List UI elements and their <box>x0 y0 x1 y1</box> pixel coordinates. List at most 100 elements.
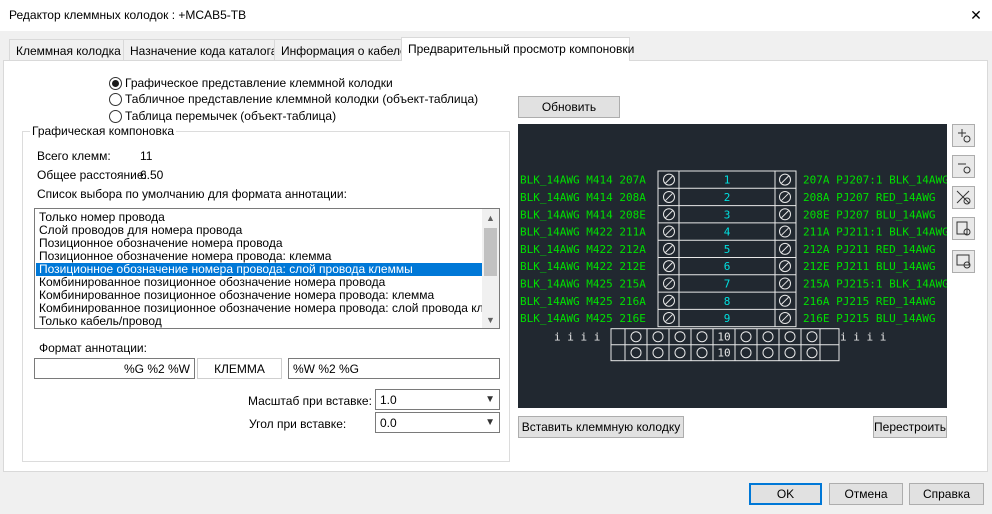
wire-annotation-right: 211A PJ211:1 BLK_14AWG <box>803 226 947 239</box>
total-distance-label: Общее расстояние: <box>37 168 147 182</box>
accessory-screw-icon <box>784 331 796 343</box>
cancel-button[interactable]: Отмена <box>829 483 903 505</box>
accessory-number: 10 <box>717 347 730 360</box>
zoom-in-icon <box>958 129 971 143</box>
zoom-extents-button[interactable] <box>952 186 975 209</box>
wire-annotation-right: 208A PJ207 RED_14AWG <box>803 191 935 204</box>
zoom-out-button[interactable] <box>952 155 975 178</box>
insert-scale-label: Масштаб при вставке: <box>248 394 372 408</box>
radio-label: Графическое представление клеммной колод… <box>125 76 393 90</box>
insert-angle-label: Угол при вставке: <box>249 417 347 431</box>
wire-annotation-right: 216A PJ215 RED_14AWG <box>803 295 935 308</box>
accessory-number: 10 <box>717 331 730 344</box>
radio-graphical[interactable]: Графическое представление клеммной колод… <box>109 75 393 91</box>
tick-marks: i i i i <box>840 331 886 344</box>
terminal-number: 1 <box>724 174 731 187</box>
chevron-down-icon: ▼ <box>485 394 495 405</box>
annotation-format-label: Формат аннотации: <box>39 341 147 355</box>
scroll-down-icon[interactable]: ▼ <box>482 311 499 328</box>
screw-right-icon-slot <box>781 193 789 201</box>
screw-left-icon-slot <box>665 279 673 288</box>
accessory-screw-icon <box>696 347 708 359</box>
list-scrollbar[interactable]: ▲ ▼ <box>482 209 499 328</box>
wire-annotation-right: 212E PJ211 BLU_14AWG <box>803 260 935 273</box>
window-title: Редактор клеммных колодок : +MCAB5-TB <box>9 8 247 22</box>
zoom-window-button[interactable] <box>952 217 975 240</box>
wire-annotation-left: BLK_14AWG M414 208E <box>520 208 646 221</box>
wire-annotation-left: BLK_14AWG M422 211A <box>520 226 646 239</box>
format-right-input[interactable]: %W %2 %G <box>288 358 500 379</box>
help-button[interactable]: Справка <box>909 483 984 505</box>
screw-right-icon-slot <box>781 227 789 236</box>
insert-scale-combo[interactable]: 1.0 ▼ <box>375 389 500 410</box>
insert-angle-combo[interactable]: 0.0 ▼ <box>375 412 500 433</box>
total-terminals-label: Всего клемм: <box>37 149 111 163</box>
radio-label: Табличное представление клеммной колодки… <box>125 92 479 106</box>
rebuild-button[interactable]: Перестроить <box>873 416 947 438</box>
tab-strip: Клеммная колодка Назначение кода каталог… <box>0 37 992 62</box>
radio-table[interactable]: Табличное представление клеммной колодки… <box>109 91 478 107</box>
insert-terminal-strip-button[interactable]: Вставить клеммную колодку <box>518 416 684 438</box>
tab-terminal-strip[interactable]: Клеммная колодка <box>9 39 124 61</box>
terminal-strip-drawing: 1 BLK_14AWG M414 207A 207A PJ207:1 BLK_14A… <box>520 170 947 362</box>
tab-cable-info[interactable]: Информация о кабеле <box>274 39 407 61</box>
wire-annotation-right: 207A PJ207:1 BLK_14AWG <box>803 174 947 187</box>
zoom-window-icon <box>956 221 971 236</box>
zoom-in-button[interactable] <box>952 124 975 147</box>
wire-annotation-right: 215A PJ215:1 BLK_14AWG <box>803 277 947 290</box>
zoom-out-icon <box>958 163 971 174</box>
total-terminals-value: 11 <box>140 149 153 163</box>
group-title: Графическая компоновка <box>30 124 177 138</box>
tick-marks: i i i i <box>554 331 600 344</box>
screw-left-icon-slot <box>665 244 673 253</box>
screw-left-icon-slot <box>665 193 673 201</box>
accessory-screw-icon <box>784 347 796 359</box>
tab-catalog-code[interactable]: Назначение кода каталога <box>123 39 278 61</box>
screw-right-icon-slot <box>781 296 789 305</box>
screw-right-icon-slot <box>781 314 789 322</box>
screw-right-icon-slot <box>781 210 789 219</box>
radio-button[interactable] <box>109 76 122 90</box>
accessory-screw-icon <box>740 347 752 359</box>
wire-annotation-left: BLK_14AWG M425 215A <box>520 277 646 290</box>
radio-jumper-table[interactable]: Таблица перемычек (объект-таблица) <box>109 108 336 124</box>
close-button[interactable]: ✕ <box>962 2 990 28</box>
annotation-list-label: Список выбора по умолчанию для формата а… <box>37 187 347 201</box>
scroll-thumb[interactable] <box>484 228 497 276</box>
combo-value: 1.0 <box>380 393 397 407</box>
tab-label: Информация о кабеле <box>281 44 407 58</box>
layout-preview-canvas[interactable]: 1 BLK_14AWG M414 207A 207A PJ207:1 BLK_14A… <box>518 124 947 408</box>
scroll-up-icon[interactable]: ▲ <box>482 209 499 226</box>
annotation-format-list[interactable]: Только номер провода Слой проводов для н… <box>34 208 500 329</box>
accessory-screw-icon <box>762 347 774 359</box>
terminal-number: 5 <box>724 243 731 256</box>
accessory-screw-icon <box>696 331 708 343</box>
zoom-extents-icon <box>956 190 971 205</box>
terminal-number: 4 <box>724 226 731 239</box>
accessory-screw-icon <box>652 347 664 359</box>
accessory-screw-icon <box>806 331 818 343</box>
screw-right-icon-slot <box>781 262 789 271</box>
close-icon: ✕ <box>970 6 982 23</box>
tab-label: Клеммная колодка <box>16 44 121 58</box>
wire-annotation-left: BLK_14AWG M425 216E <box>520 312 646 325</box>
radio-button[interactable] <box>109 109 122 123</box>
accessory-screw-icon <box>674 347 686 359</box>
screw-left-icon-slot <box>665 314 673 322</box>
screw-left-icon-slot <box>665 175 673 184</box>
refresh-button[interactable]: Обновить <box>518 96 620 118</box>
list-item[interactable]: Только кабель/провод <box>36 315 482 328</box>
screw-right-icon-slot <box>781 175 789 184</box>
format-middle-field: КЛЕММА <box>197 358 282 379</box>
radio-button[interactable] <box>109 92 122 106</box>
wire-annotation-left: BLK_14AWG M422 212A <box>520 243 646 256</box>
ok-button[interactable]: OK <box>749 483 822 505</box>
terminal-number: 8 <box>724 295 731 308</box>
zoom-previous-button[interactable] <box>952 250 975 273</box>
accessory-screw-icon <box>740 331 752 343</box>
terminal-number: 2 <box>724 191 731 204</box>
tab-label: Назначение кода каталога <box>130 44 278 58</box>
radio-label: Таблица перемычек (объект-таблица) <box>125 109 337 123</box>
tab-layout-preview[interactable]: Предварительный просмотр компоновки <box>401 37 634 61</box>
format-left-input[interactable]: %G %2 %W <box>34 358 195 379</box>
